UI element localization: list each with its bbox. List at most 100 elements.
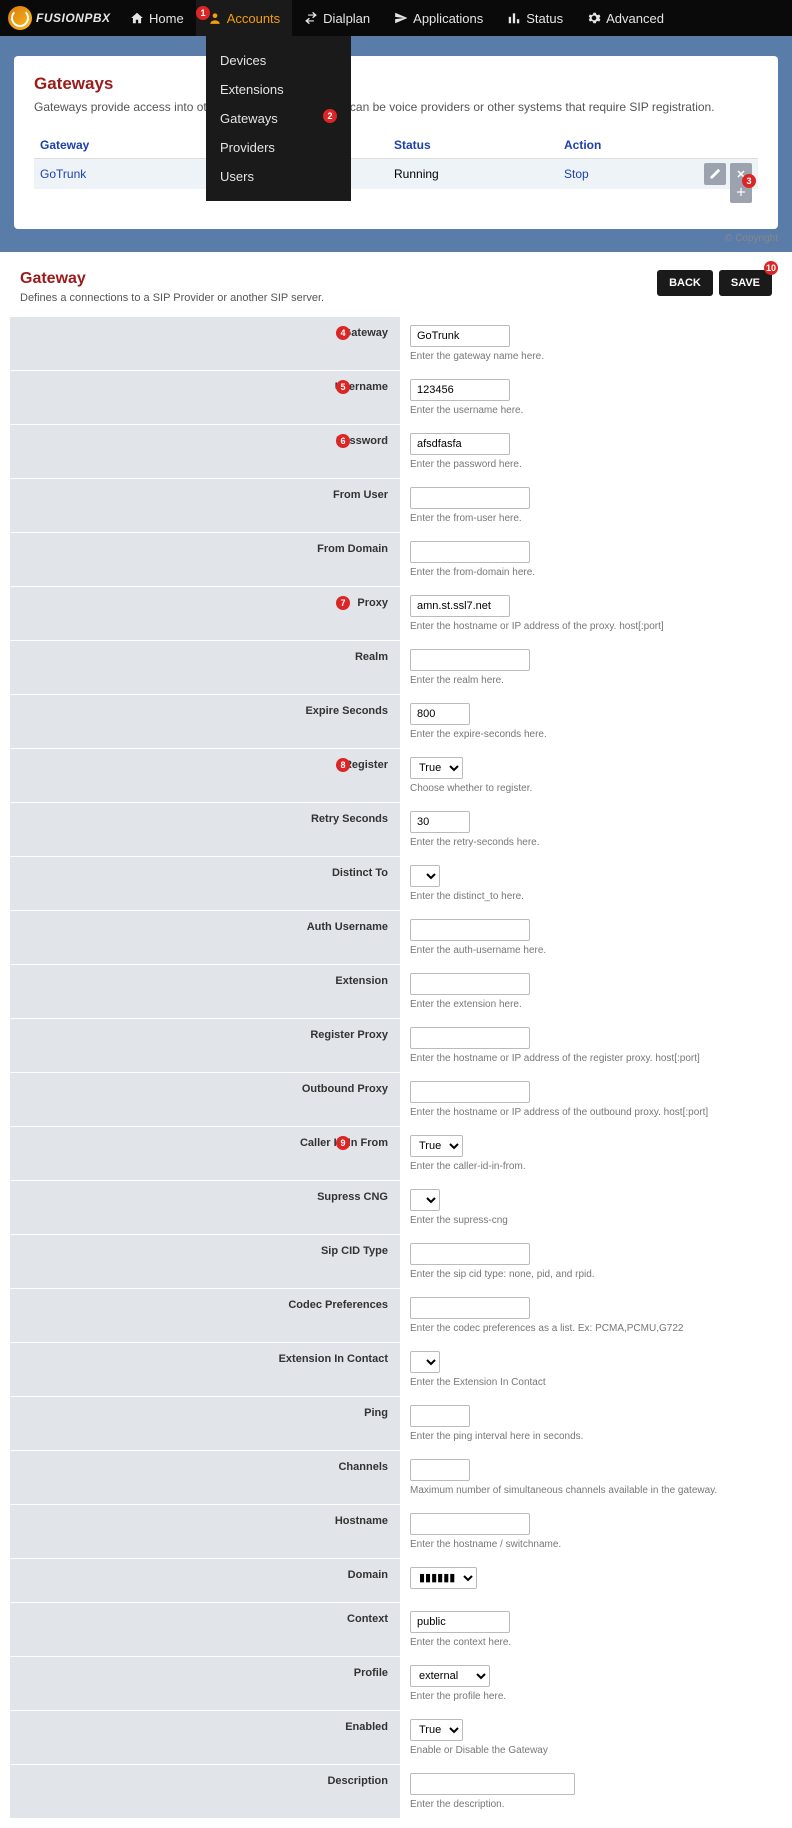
form-rows-container: Gateway4Enter the gateway name here.User… <box>10 316 782 1818</box>
form-label: Domain <box>10 1559 400 1602</box>
form-hint: Enter the Extension In Contact <box>410 1377 772 1388</box>
form-row: ContextEnter the context here. <box>10 1602 782 1656</box>
form-label: Extension <box>10 965 400 1018</box>
form-label: Username5 <box>10 371 400 424</box>
extension-input[interactable] <box>410 973 530 995</box>
form-hint: Enter the distinct_to here. <box>410 891 772 902</box>
expire-seconds-input[interactable] <box>410 703 470 725</box>
nav-dialplan[interactable]: Dialplan <box>292 0 382 36</box>
password-input[interactable] <box>410 433 510 455</box>
th-action[interactable]: Action <box>564 138 684 152</box>
badge-1: 1 <box>196 6 210 20</box>
ping-input[interactable] <box>410 1405 470 1427</box>
th-gateway[interactable]: Gateway <box>34 138 234 152</box>
nav-dialplan-label: Dialplan <box>323 11 370 26</box>
form-row: PingEnter the ping interval here in seco… <box>10 1396 782 1450</box>
profile-select[interactable]: external <box>410 1665 490 1687</box>
from-domain-input[interactable] <box>410 541 530 563</box>
dropdown-providers[interactable]: Providers <box>206 133 351 162</box>
form-value: ▮▮▮▮▮▮ <box>400 1559 782 1602</box>
form-hint: Enter the hostname or IP address of the … <box>410 1053 772 1064</box>
form-row: Password6 Enter the password here. <box>10 424 782 478</box>
cell-gateway[interactable]: GoTrunk <box>34 167 234 181</box>
form-label: Caller ID In From9 <box>10 1127 400 1180</box>
badge-2: 2 <box>323 109 337 123</box>
form-row: From UserEnter the from-user here. <box>10 478 782 532</box>
nav-advanced-label: Advanced <box>606 11 664 26</box>
form-row: Expire SecondsEnter the expire-seconds h… <box>10 694 782 748</box>
back-button[interactable]: BACK <box>657 270 713 296</box>
form-value: Enter the hostname or IP address of the … <box>400 1019 782 1072</box>
codec-preferences-input[interactable] <box>410 1297 530 1319</box>
form-hint: Enter the hostname / switchname. <box>410 1539 772 1550</box>
from-user-input[interactable] <box>410 487 530 509</box>
form-hint: Enter the retry-seconds here. <box>410 837 772 848</box>
gateways-subtitle: Gateways provide access into other voice… <box>34 100 758 114</box>
form-row: Proxy7Enter the hostname or IP address o… <box>10 586 782 640</box>
dropdown-users[interactable]: Users <box>206 162 351 191</box>
dropdown-gateways[interactable]: Gateways 2 <box>206 104 351 133</box>
gateway-form-panel: Gateway Defines a connections to a SIP P… <box>0 252 792 1828</box>
nav-advanced[interactable]: Advanced <box>575 0 676 36</box>
form-hint: Enter the supress-cng <box>410 1215 772 1226</box>
form-row: RealmEnter the realm here. <box>10 640 782 694</box>
enabled-select[interactable]: True <box>410 1719 463 1741</box>
form-row: EnabledTrueEnable or Disable the Gateway <box>10 1710 782 1764</box>
retry-seconds-input[interactable] <box>410 811 470 833</box>
sip-cid-type-input[interactable] <box>410 1243 530 1265</box>
form-row: Channels Maximum number of simultaneous c… <box>10 1450 782 1504</box>
distinct-to-select[interactable] <box>410 865 440 887</box>
gateways-panel: Gateways Gateways provide access into ot… <box>14 56 778 229</box>
form-label: Auth Username <box>10 911 400 964</box>
nav-home[interactable]: Home <box>118 0 196 36</box>
form-hint: Enter the password here. <box>410 459 772 470</box>
th-status[interactable]: Status <box>394 138 564 152</box>
form-hint: Enter the codec preferences as a list. E… <box>410 1323 772 1334</box>
form-hint: Maximum number of simultaneous channels … <box>410 1485 772 1496</box>
paper-plane-icon <box>394 11 408 25</box>
gateways-title: Gateways <box>34 74 758 94</box>
outbound-proxy-input[interactable] <box>410 1081 530 1103</box>
nav-status[interactable]: Status <box>495 0 575 36</box>
badge-6: 6 <box>336 434 350 448</box>
form-label: Channels <box>10 1451 400 1504</box>
dropdown-devices[interactable]: Devices <box>206 46 351 75</box>
form-hint: Enter the ping interval here in seconds. <box>410 1431 772 1442</box>
auth-username-input[interactable] <box>410 919 530 941</box>
save-button[interactable]: SAVE <box>719 270 772 296</box>
form-row: Username5 Enter the username here. <box>10 370 782 424</box>
form-hint: Enter the username here. <box>410 405 772 416</box>
proxy-input[interactable] <box>410 595 510 617</box>
context-input[interactable] <box>410 1611 510 1633</box>
nav-accounts[interactable]: Accounts <box>196 0 292 36</box>
nav-applications-label: Applications <box>413 11 483 26</box>
nav-applications[interactable]: Applications <box>382 0 495 36</box>
badge-3: 3 <box>742 174 756 188</box>
domain-select[interactable]: ▮▮▮▮▮▮ <box>410 1567 477 1589</box>
gateway-input[interactable] <box>410 325 510 347</box>
dropdown-extensions[interactable]: Extensions <box>206 75 351 104</box>
form-value: Enter the ping interval here in seconds. <box>400 1397 782 1450</box>
nav-accounts-label: Accounts <box>227 11 280 26</box>
form-row: Outbound ProxyEnter the hostname or IP a… <box>10 1072 782 1126</box>
form-row: ProfileexternalEnter the profile here. <box>10 1656 782 1710</box>
register-proxy-input[interactable] <box>410 1027 530 1049</box>
cell-action[interactable]: Stop <box>564 167 684 181</box>
extension-in-contact-select[interactable] <box>410 1351 440 1373</box>
form-label: Supress CNG <box>10 1181 400 1234</box>
form-label: Password6 <box>10 425 400 478</box>
edit-button[interactable] <box>704 163 726 185</box>
realm-input[interactable] <box>410 649 530 671</box>
channels-input[interactable] <box>410 1459 470 1481</box>
form-hint: Choose whether to register. <box>410 783 772 794</box>
form-label: Sip CID Type <box>10 1235 400 1288</box>
register-select[interactable]: True <box>410 757 463 779</box>
description-input[interactable] <box>410 1773 575 1795</box>
supress-cng-select[interactable] <box>410 1189 440 1211</box>
badge-10: 10 <box>764 261 778 275</box>
badge-4: 4 <box>336 326 350 340</box>
form-row: HostnameEnter the hostname / switchname. <box>10 1504 782 1558</box>
caller-id-in-from-select[interactable]: True <box>410 1135 463 1157</box>
hostname-input[interactable] <box>410 1513 530 1535</box>
username-input[interactable] <box>410 379 510 401</box>
